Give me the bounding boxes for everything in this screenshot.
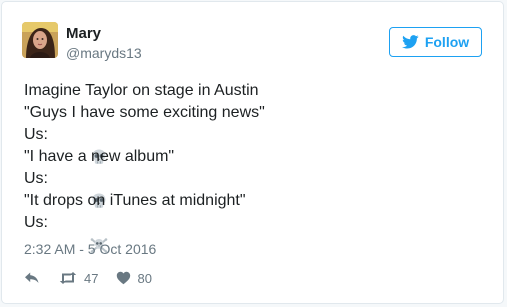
avatar[interactable] [22,22,58,58]
tweet-card: Mary @maryds13 Follow Imagine Taylor on … [1,1,504,304]
tweet-actions: 47 80 [24,268,152,288]
tweet-line-text: Imagine Taylor on stage in Austin [24,82,259,99]
tweet-line-text: Us: [24,126,48,143]
tweet-line: Us: [24,124,484,164]
tweet-line: "Guys I have some exciting news" [24,102,484,124]
author-name[interactable]: Mary [66,25,101,43]
tweet-timestamp[interactable]: 2:32 AM - 5 Oct 2016 [24,240,156,258]
tweet-line-text: Us: [24,170,48,187]
author-handle[interactable]: @maryds13 [66,44,142,62]
follow-button[interactable]: Follow [389,27,482,57]
tweet-line: "I have a new album" [24,146,484,168]
heart-icon [116,271,131,285]
skull-and-crossbones-icon [54,214,107,253]
skull-icon [54,126,106,164]
retweet-count: 47 [84,270,99,286]
tweet-line: Us: [24,212,484,253]
skull-icon [54,170,106,208]
tweet-line: Imagine Taylor on stage in Austin [24,80,484,102]
like-button[interactable]: 80 [116,270,152,286]
tweet-line-text: "Guys I have some exciting news" [24,104,265,121]
tweet-line-text: "It drops on iTunes at midnight" [24,192,246,209]
tweet-text: Imagine Taylor on stage in Austin "Guys … [24,80,484,253]
tweet-line: "It drops on iTunes at midnight" [24,190,484,212]
tweet-line-text: "I have a new album" [24,148,175,165]
retweet-button[interactable]: 47 [58,271,98,286]
retweet-icon [58,271,78,285]
follow-label: Follow [424,34,470,50]
like-count: 80 [137,270,152,286]
tweet-line: Us: [24,168,484,208]
reply-icon [24,271,40,285]
twitter-bird-icon [401,35,419,49]
tweet-line-text: Us: [24,214,48,231]
reply-button[interactable] [24,271,40,285]
